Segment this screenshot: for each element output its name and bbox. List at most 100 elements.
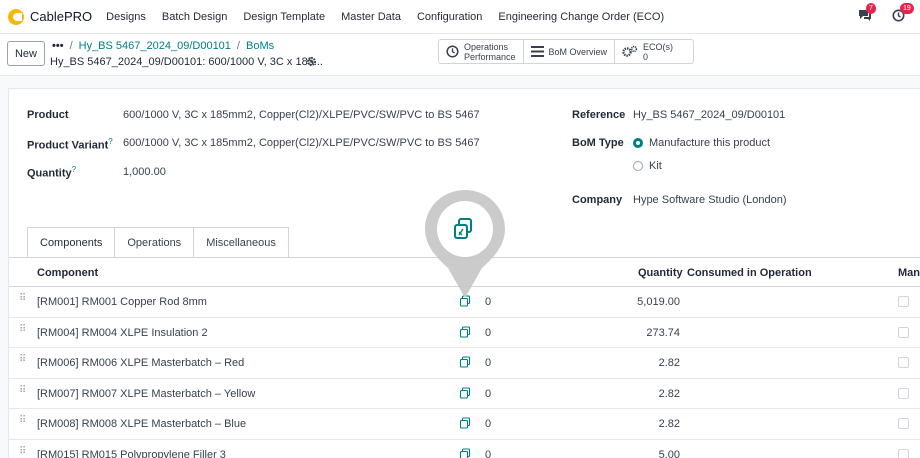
ecos-label: ECO(s) [643, 41, 674, 52]
manual-checkbox[interactable] [898, 296, 909, 307]
help-tooltip-icon[interactable]: ? [72, 165, 76, 174]
column-quantity[interactable]: Quantity [638, 267, 683, 279]
gears-icon [622, 45, 638, 57]
bom-type-label: BoM Type [572, 137, 624, 149]
manual-checkbox[interactable] [898, 418, 909, 430]
component-cell[interactable]: [RM015] RM015 Polypropylene Filler 3 [37, 449, 226, 458]
count-cell: 0 [485, 448, 492, 458]
ecos-count: 0 [643, 51, 649, 62]
menu-batch-design[interactable]: Batch Design [162, 11, 227, 23]
drag-handle-icon[interactable]: ⠿ [19, 446, 27, 456]
breadcrumb-boms[interactable]: BoMs [246, 40, 274, 52]
column-manual[interactable]: Man [898, 267, 920, 279]
component-cell[interactable]: [RM007] RM007 XLPE Masterbatch – Yellow [37, 388, 255, 400]
menu-configuration[interactable]: Configuration [417, 11, 482, 23]
manual-checkbox[interactable] [898, 357, 909, 369]
bom-type-manufacture-radio[interactable] [633, 138, 643, 148]
messages-button[interactable]: 7 [858, 3, 876, 23]
quantity-cell[interactable]: 2.82 [560, 357, 680, 369]
column-consumed-in-operation[interactable]: Consumed in Operation [687, 267, 812, 279]
record-name: Hy_BS 5467_2024_09/D00101: 600/1000 V, 3… [50, 56, 323, 68]
table-row[interactable]: ⠿ [RM006] RM006 XLPE Masterbatch – Red 0 2.… [9, 348, 920, 379]
tab-operations[interactable]: Operations [115, 227, 195, 257]
breadcrumb: ••• / Hy_BS 5467_2024_09/D00101 / BoMs [52, 40, 274, 52]
top-navbar: CablePRO Designs Batch Design Design Tem… [0, 0, 920, 34]
manual-checkbox[interactable] [898, 448, 909, 458]
operations-label-line1: Operations [464, 41, 509, 52]
bom-overview-button[interactable]: BoM Overview [524, 40, 616, 63]
breadcrumb-design[interactable]: Hy_BS 5467_2024_09/D00101 [79, 40, 231, 52]
menu-master-data[interactable]: Master Data [341, 11, 401, 23]
control-panel: New ••• / Hy_BS 5467_2024_09/D00101 / Bo… [0, 34, 920, 76]
drag-handle-icon[interactable]: ⠿ [19, 324, 27, 334]
company-label: Company [572, 194, 623, 206]
table-row[interactable]: ⠿ [RM007] RM007 XLPE Masterbatch – Yellow… [9, 379, 920, 410]
copy-icon[interactable] [459, 326, 471, 338]
quantity-cell[interactable]: 273.74 [560, 327, 680, 339]
operations-label-line2: Performance [464, 51, 516, 62]
product-variant-field[interactable]: 600/1000 V, 3C x 185mm2, Copper(Cl2)/XLP… [123, 137, 480, 149]
menu-designs[interactable]: Designs [106, 11, 146, 23]
count-cell: 0 [485, 326, 492, 339]
column-component[interactable]: Component [37, 267, 98, 279]
reference-label: Reference [572, 109, 626, 121]
copy-icon[interactable] [459, 417, 471, 429]
operations-performance-button[interactable]: Operations Performance [439, 40, 524, 63]
gear-icon[interactable] [306, 56, 317, 70]
copy-icon[interactable] [459, 356, 471, 368]
table-row[interactable]: ⠿ [RM008] RM008 XLPE Masterbatch – Blue 0 2… [9, 409, 920, 440]
drag-handle-icon[interactable]: ⠿ [19, 355, 27, 365]
tab-miscellaneous[interactable]: Miscellaneous [194, 227, 289, 257]
notebook-tabs: Components Operations Miscellaneous [27, 227, 289, 257]
menu-eco[interactable]: Engineering Change Order (ECO) [498, 11, 664, 23]
ecos-button[interactable]: ECO(s) 0 [615, 40, 693, 63]
menu-design-template[interactable]: Design Template [243, 11, 325, 23]
drag-handle-icon[interactable]: ⠿ [19, 385, 27, 395]
quantity-cell[interactable]: 5.00 [560, 449, 680, 458]
activities-button[interactable]: 19 [892, 3, 914, 23]
component-cell[interactable]: [RM001] RM001 Copper Rod 8mm [37, 296, 207, 308]
component-cell[interactable]: [RM004] RM004 XLPE Insulation 2 [37, 327, 208, 339]
table-row[interactable]: ⠿ [RM004] RM004 XLPE Insulation 2 0 273.74 [9, 318, 920, 349]
bom-type-manufacture-label[interactable]: Manufacture this product [649, 137, 770, 149]
manual-checkbox[interactable] [898, 326, 909, 338]
reference-field[interactable]: Hy_BS 5467_2024_09/D00101 [633, 109, 785, 121]
cablepro-logo-icon [8, 8, 24, 25]
drag-handle-icon[interactable]: ⠿ [19, 294, 27, 304]
quantity-cell[interactable]: 5,019.00 [560, 296, 680, 308]
help-tooltip-icon[interactable]: ? [108, 137, 112, 146]
copy-icon[interactable] [459, 448, 471, 458]
smart-buttons: Operations Performance BoM Overview ECO(… [438, 39, 695, 64]
breadcrumb-separator: / [236, 40, 240, 52]
quantity-field[interactable]: 1,000.00 [123, 166, 166, 178]
table-row[interactable]: ⠿ [RM015] RM015 Polypropylene Filler 3 0 5.… [9, 440, 920, 458]
count-cell: 0 [485, 357, 492, 370]
app-logo[interactable]: CablePRO [8, 8, 106, 25]
product-label: Product [27, 109, 69, 121]
tab-components[interactable]: Components [27, 227, 116, 257]
count-cell: 0 [485, 418, 492, 431]
drag-handle-icon[interactable]: ⠿ [19, 416, 27, 426]
breadcrumb-separator: / [69, 40, 73, 52]
copy-icon[interactable] [459, 387, 471, 399]
bom-type-kit-radio[interactable] [633, 161, 643, 171]
breadcrumb-more-icon[interactable]: ••• [52, 40, 64, 52]
table-body: ⠿ [RM001] RM001 Copper Rod 8mm 0 5,019.00 ⠿ [… [9, 287, 920, 458]
quantity-label: Quantity? [27, 165, 77, 180]
quantity-cell[interactable]: 2.82 [560, 418, 680, 430]
count-cell: 0 [485, 387, 492, 400]
component-cell[interactable]: [RM008] RM008 XLPE Masterbatch – Blue [37, 418, 246, 430]
product-field[interactable]: 600/1000 V, 3C x 185mm2, Copper(Cl2)/XLP… [123, 109, 480, 121]
manual-checkbox[interactable] [898, 387, 909, 399]
product-variant-label: Product Variant? [27, 137, 113, 152]
quantity-cell[interactable]: 2.82 [560, 388, 680, 400]
new-button[interactable]: New [7, 41, 45, 66]
activities-badge: 19 [900, 3, 914, 14]
list-icon [530, 46, 544, 57]
messages-badge: 7 [866, 3, 876, 14]
bom-type-kit-label[interactable]: Kit [649, 160, 662, 172]
bom-overview-label: BoM Overview [548, 46, 608, 57]
app-name: CablePRO [30, 9, 93, 24]
component-cell[interactable]: [RM006] RM006 XLPE Masterbatch – Red [37, 357, 244, 369]
company-field[interactable]: Hype Software Studio (London) [633, 194, 786, 206]
